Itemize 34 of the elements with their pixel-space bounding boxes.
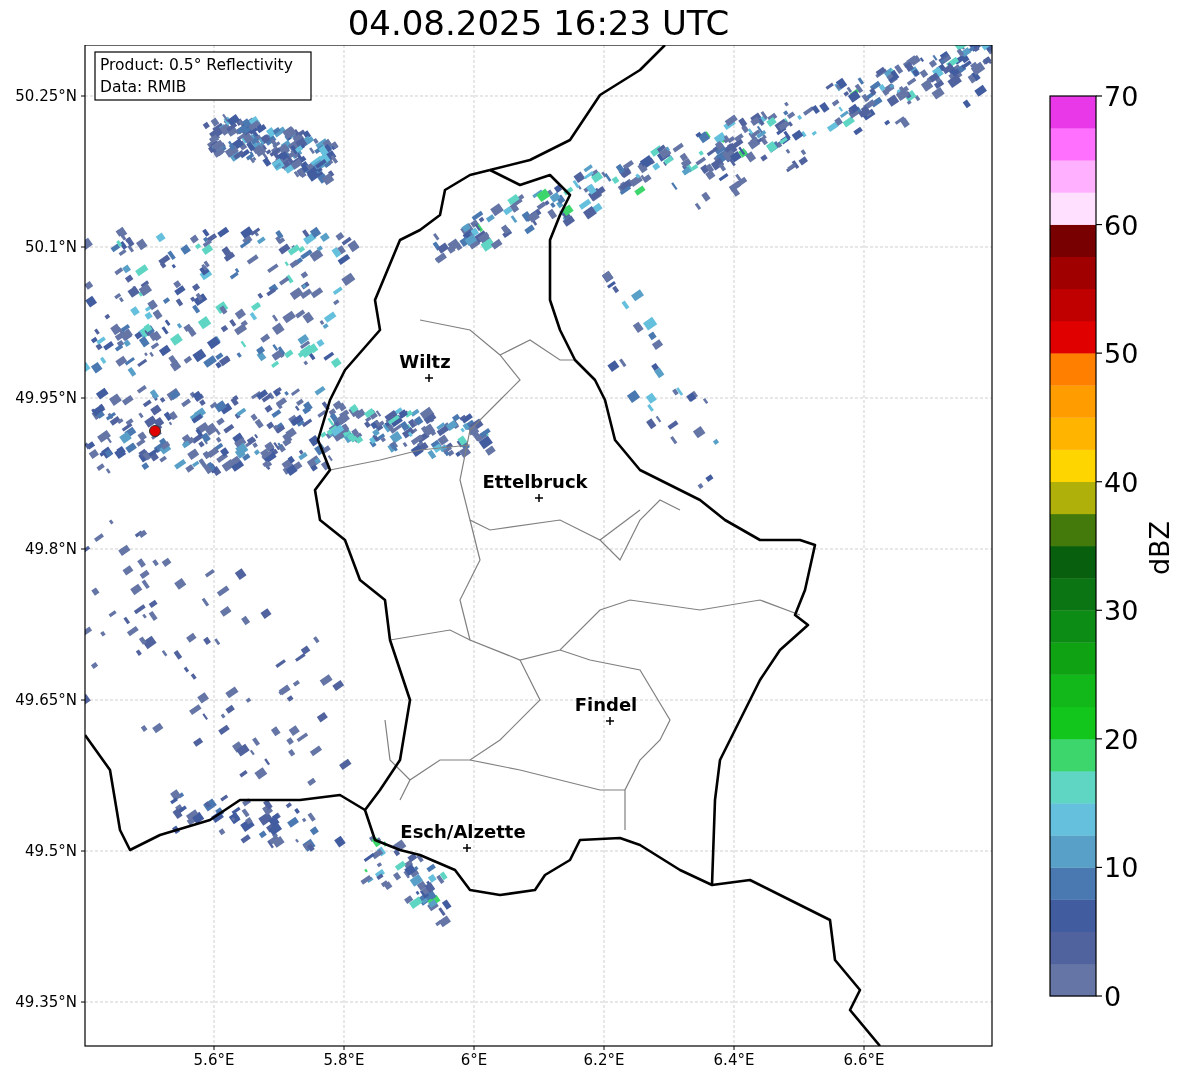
plot-title: 04.08.2025 16:23 UTC: [347, 5, 730, 40]
colorbar-tick-label: 40: [1104, 466, 1139, 498]
axis-tick-label: 49.95°N: [15, 389, 77, 407]
info-line: Product: 0.5° Reflectivity: [100, 56, 293, 74]
city-marker-icon: [605, 716, 615, 726]
axis-tick-label: 6.6°E: [843, 1051, 885, 1069]
axis-tick-label: 5.8°E: [323, 1051, 365, 1069]
city-marker-icon: [462, 843, 472, 853]
axis-tick-label: 49.8°N: [24, 540, 77, 558]
axis-tick-label: 5.6°E: [193, 1051, 235, 1069]
axis-tick-label: 49.5°N: [24, 842, 77, 861]
radar-site-icon: [149, 425, 161, 437]
city-marker-icon: [534, 493, 544, 503]
axis-tick-label: 6.2°E: [583, 1051, 625, 1069]
city-marker-icon: [424, 373, 434, 383]
colorbar-tick-label: 30: [1104, 595, 1139, 627]
city-label: Wiltz: [399, 351, 451, 372]
city-label: Findel: [574, 694, 638, 715]
axis-tick-label: 49.35°N: [15, 993, 77, 1012]
info-line: Data: RMIB: [100, 78, 187, 96]
city-label: Esch/Alzette: [400, 821, 526, 842]
colorbar-tick-label: 20: [1104, 723, 1139, 755]
city-label: Ettelbruck: [482, 471, 588, 492]
colorbar-tick-label: 0: [1104, 981, 1122, 1012]
axis-tick-label: 50.1°N: [24, 238, 77, 256]
colorbar-tick-label: 70: [1104, 81, 1139, 112]
axis-tick-label: 6°E: [460, 1051, 488, 1069]
axis-tick-label: 6.4°E: [713, 1051, 755, 1069]
colorbar-tick-label: 50: [1104, 338, 1139, 370]
colorbar-tick-label: 10: [1104, 852, 1139, 884]
axis-tick-label: 49.65°N: [15, 691, 77, 709]
colorbar-tick-label: 60: [1104, 209, 1139, 241]
colorbar-label: dBZ: [1144, 520, 1175, 576]
axis-tick-label: 50.25°N: [15, 87, 77, 105]
